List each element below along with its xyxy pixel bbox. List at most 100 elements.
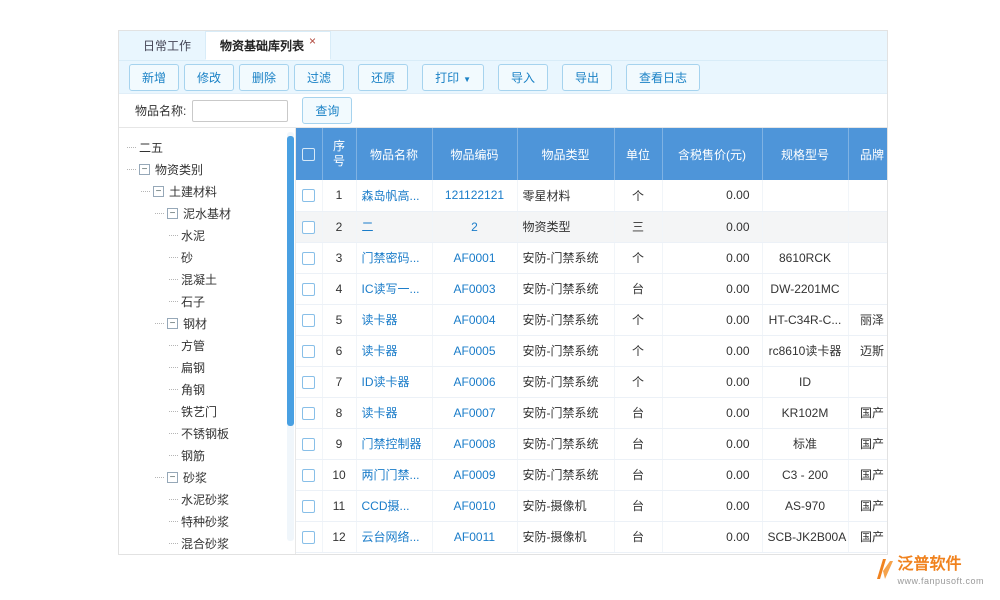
- tab-close-icon[interactable]: ×: [309, 34, 316, 48]
- row-checkbox[interactable]: [302, 469, 315, 482]
- row-checkbox[interactable]: [302, 314, 315, 327]
- tree-item[interactable]: 二五: [119, 136, 295, 158]
- collapse-minus-icon[interactable]: −: [167, 318, 178, 329]
- tree-item[interactable]: −泥水基材: [119, 202, 295, 224]
- cell-item-code[interactable]: AF0011: [432, 521, 517, 552]
- tree-connector-line: [141, 191, 150, 192]
- table-row[interactable]: 2二2物资类型三0.00: [296, 211, 887, 242]
- tree-item[interactable]: 方管: [119, 334, 295, 356]
- collapse-minus-icon[interactable]: −: [139, 164, 150, 175]
- cell-item-name[interactable]: 二: [356, 211, 432, 242]
- import-button[interactable]: 导入: [498, 64, 548, 91]
- select-all-checkbox[interactable]: [302, 148, 315, 161]
- tree-item[interactable]: −砂浆: [119, 466, 295, 488]
- cell-item-name[interactable]: 云台网络...: [356, 521, 432, 552]
- cell-item-code[interactable]: AF0005: [432, 335, 517, 366]
- cell-item-code[interactable]: 121122121: [432, 180, 517, 211]
- table-row[interactable]: 9门禁控制器AF0008安防-门禁系统台0.00标准国产: [296, 428, 887, 459]
- cell-item-code[interactable]: AF0007: [432, 397, 517, 428]
- delete-button[interactable]: 删除: [239, 64, 289, 91]
- cell-item-name[interactable]: 森岛帆高...: [356, 180, 432, 211]
- cell-item-name[interactable]: 两门门禁...: [356, 459, 432, 490]
- tree-item[interactable]: 角钢: [119, 378, 295, 400]
- column-header-price[interactable]: 含税售价(元): [662, 128, 762, 180]
- view-log-button[interactable]: 查看日志: [626, 64, 700, 91]
- table-row[interactable]: 10两门门禁...AF0009安防-门禁系统台0.00C3 - 200国产: [296, 459, 887, 490]
- tree-item[interactable]: 混凝土: [119, 268, 295, 290]
- cell-unit: 台: [614, 490, 662, 521]
- table-row[interactable]: 11CCD摄...AF0010安防-摄像机台0.00AS-970国产: [296, 490, 887, 521]
- row-checkbox[interactable]: [302, 221, 315, 234]
- tree-item[interactable]: 特种砂浆: [119, 510, 295, 532]
- cell-item-code[interactable]: AF0009: [432, 459, 517, 490]
- row-checkbox[interactable]: [302, 500, 315, 513]
- cell-item-code[interactable]: AF0001: [432, 242, 517, 273]
- collapse-minus-icon[interactable]: −: [167, 208, 178, 219]
- row-checkbox[interactable]: [302, 531, 315, 544]
- tree-item[interactable]: −土建材料: [119, 180, 295, 202]
- tree-item[interactable]: 铁艺门: [119, 400, 295, 422]
- row-checkbox[interactable]: [302, 407, 315, 420]
- cell-item-code[interactable]: AF0003: [432, 273, 517, 304]
- cell-item-name[interactable]: 门禁密码...: [356, 242, 432, 273]
- column-header-no[interactable]: 序号: [322, 128, 356, 180]
- restore-button[interactable]: 还原: [358, 64, 408, 91]
- row-checkbox[interactable]: [302, 376, 315, 389]
- table-row[interactable]: 8读卡器AF0007安防-门禁系统台0.00KR102M国产: [296, 397, 887, 428]
- tree-item[interactable]: 不锈钢板: [119, 422, 295, 444]
- cell-item-name[interactable]: IC读写一...: [356, 273, 432, 304]
- query-button[interactable]: 查询: [302, 97, 352, 124]
- column-header-item-type[interactable]: 物品类型: [517, 128, 614, 180]
- table-row[interactable]: 6读卡器AF0005安防-门禁系统个0.00rc8610读卡器迈斯: [296, 335, 887, 366]
- column-header-item-code[interactable]: 物品编码: [432, 128, 517, 180]
- column-header-brand[interactable]: 品牌: [848, 128, 887, 180]
- column-header-unit[interactable]: 单位: [614, 128, 662, 180]
- row-checkbox[interactable]: [302, 438, 315, 451]
- tree-item-label: 铁艺门: [181, 403, 217, 420]
- tab-daily-work[interactable]: 日常工作: [129, 31, 205, 60]
- item-name-input[interactable]: [192, 100, 288, 122]
- tree-item[interactable]: 砂: [119, 246, 295, 268]
- tree-item[interactable]: 石子: [119, 290, 295, 312]
- cell-item-name[interactable]: 读卡器: [356, 335, 432, 366]
- cell-item-name[interactable]: CCD摄...: [356, 490, 432, 521]
- collapse-minus-icon[interactable]: −: [167, 472, 178, 483]
- print-button[interactable]: 打印▼: [422, 64, 484, 91]
- column-header-item-name[interactable]: 物品名称: [356, 128, 432, 180]
- table-row[interactable]: 3门禁密码...AF0001安防-门禁系统个0.008610RCK: [296, 242, 887, 273]
- cell-item-code[interactable]: 2: [432, 211, 517, 242]
- cell-item-name[interactable]: 读卡器: [356, 304, 432, 335]
- table-row[interactable]: 4IC读写一...AF0003安防-门禁系统台0.00DW-2201MC: [296, 273, 887, 304]
- filter-button[interactable]: 过滤: [294, 64, 344, 91]
- row-checkbox[interactable]: [302, 345, 315, 358]
- tree-scrollbar[interactable]: [287, 136, 294, 426]
- cell-item-code[interactable]: AF0010: [432, 490, 517, 521]
- collapse-minus-icon[interactable]: −: [153, 186, 164, 197]
- table-row[interactable]: 5读卡器AF0004安防-门禁系统个0.00HT-C34R-C...丽泽: [296, 304, 887, 335]
- cell-item-name[interactable]: 门禁控制器: [356, 428, 432, 459]
- tree-item[interactable]: 水泥: [119, 224, 295, 246]
- table-row[interactable]: 1森岛帆高...121122121零星材料个0.00: [296, 180, 887, 211]
- cell-item-name[interactable]: ID读卡器: [356, 366, 432, 397]
- tree-item[interactable]: 钢筋: [119, 444, 295, 466]
- column-header-spec[interactable]: 规格型号: [762, 128, 848, 180]
- tab-material-library-list[interactable]: 物资基础库列表 ×: [205, 31, 331, 60]
- tree-item[interactable]: 水泥砂浆: [119, 488, 295, 510]
- cell-item-code[interactable]: AF0004: [432, 304, 517, 335]
- modify-button[interactable]: 修改: [184, 64, 234, 91]
- tree-item[interactable]: −钢材: [119, 312, 295, 334]
- tree-item[interactable]: 扁钢: [119, 356, 295, 378]
- row-checkbox[interactable]: [302, 283, 315, 296]
- table-row[interactable]: 12云台网络...AF0011安防-摄像机台0.00SCB-JK2B00A国产: [296, 521, 887, 552]
- cell-item-name[interactable]: 读卡器: [356, 397, 432, 428]
- row-checkbox[interactable]: [302, 189, 315, 202]
- export-button[interactable]: 导出: [562, 64, 612, 91]
- cell-item-code[interactable]: AF0008: [432, 428, 517, 459]
- add-button[interactable]: 新增: [129, 64, 179, 91]
- row-checkbox[interactable]: [302, 252, 315, 265]
- cell-item-code[interactable]: AF0006: [432, 366, 517, 397]
- tree-item[interactable]: 混合砂浆: [119, 532, 295, 554]
- cell-no: 8: [322, 397, 356, 428]
- tree-item[interactable]: −物资类别: [119, 158, 295, 180]
- table-row[interactable]: 7ID读卡器AF0006安防-门禁系统个0.00ID: [296, 366, 887, 397]
